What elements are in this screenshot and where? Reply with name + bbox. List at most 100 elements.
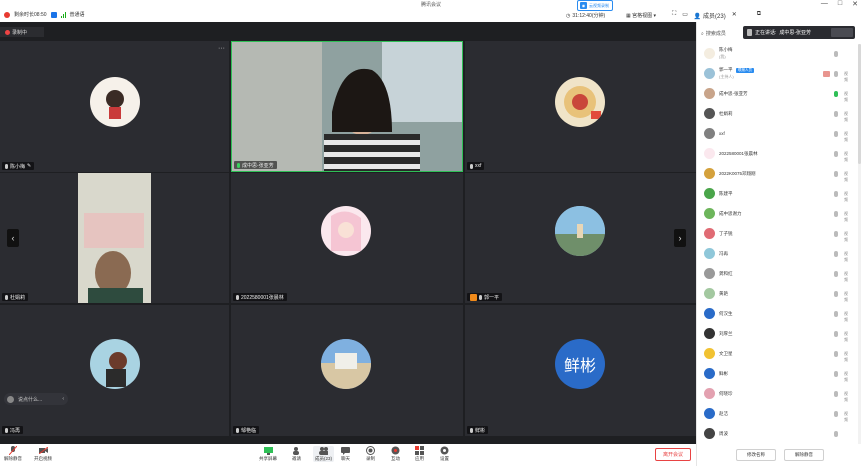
camera-label[interactable]: 视频 <box>844 211 851 222</box>
layout-icon[interactable]: ▭ <box>682 11 688 20</box>
camera-label[interactable]: 视频 <box>844 351 851 362</box>
video-tile[interactable]: 邹艳临 <box>231 305 463 436</box>
mic-icon[interactable] <box>834 351 838 357</box>
mic-active-icon[interactable] <box>834 91 838 97</box>
member-row[interactable]: 赵洁 视频 <box>697 404 862 424</box>
mic-icon[interactable] <box>834 271 838 277</box>
start-video-button[interactable]: 开启视频 <box>34 446 52 462</box>
member-row[interactable]: 周波 <box>697 424 862 444</box>
mic-icon[interactable] <box>834 111 838 117</box>
next-page-button[interactable]: › <box>674 229 686 247</box>
gallery-view-toggle[interactable]: ▦ 宫格视图 ▾ <box>626 12 656 19</box>
close-button[interactable]: ✕ <box>852 0 858 8</box>
video-tile[interactable]: 2022580001张晨林 <box>231 173 463 303</box>
mic-icon[interactable] <box>834 311 838 317</box>
video-tile-speaking[interactable]: 成中思-张亚芳 <box>231 41 463 172</box>
invite-button[interactable]: 邀请 <box>292 446 301 462</box>
mic-icon[interactable] <box>834 391 838 397</box>
camera-label[interactable]: 视频 <box>844 291 851 302</box>
mic-icon[interactable] <box>834 431 838 437</box>
chevron-left-icon[interactable]: ‹ <box>62 396 64 402</box>
camera-label[interactable]: 视频 <box>844 251 851 262</box>
video-tile[interactable]: 杜娟莉 <box>0 173 229 303</box>
member-search[interactable]: ⌕ 搜索成员 <box>701 28 741 39</box>
member-list-scrollbar[interactable] <box>858 44 861 444</box>
chat-input-bubble[interactable]: 说点什么... ‹ <box>4 393 68 405</box>
member-row[interactable]: 陈小梅 (我) <box>697 44 862 64</box>
mic-icon[interactable] <box>834 131 838 137</box>
member-row[interactable]: 文卫星 视频 <box>697 344 862 364</box>
mic-icon[interactable] <box>834 291 838 297</box>
member-row[interactable]: 鲜彬 视频 <box>697 364 862 384</box>
camera-label[interactable]: 视频 <box>844 151 851 162</box>
camera-label[interactable]: 视频 <box>844 331 851 342</box>
camera-label[interactable]: 视频 <box>844 131 851 142</box>
member-row[interactable]: 冯再 视频 <box>697 244 862 264</box>
members-tab[interactable]: 👤 成员(23) <box>694 11 726 20</box>
mic-icon[interactable] <box>834 171 838 177</box>
member-row[interactable]: xxf 视频 <box>697 124 862 144</box>
camera-label[interactable]: 视频 <box>844 371 851 382</box>
meeting-timer[interactable]: ◷ 31:12:40(分钟) <box>566 12 605 20</box>
member-row[interactable]: 龚和红 视频 <box>697 264 862 284</box>
video-tile[interactable]: 郭一平 <box>465 173 696 303</box>
member-row[interactable]: 杜娟莉 视频 <box>697 104 862 124</box>
unmute-all-button[interactable]: 解除静音 <box>784 449 824 461</box>
shield-icon[interactable] <box>50 11 57 18</box>
record-button[interactable]: 录制 <box>366 446 375 462</box>
member-row[interactable]: 2022580001张晨林 视频 <box>697 144 862 164</box>
member-row[interactable]: 何汉生 视频 <box>697 304 862 324</box>
member-row[interactable]: 成中思-张亚芳 视频 <box>697 84 862 104</box>
minimize-button[interactable]: — <box>821 0 828 8</box>
mic-icon[interactable] <box>834 211 838 217</box>
mic-icon[interactable] <box>834 231 838 237</box>
video-tile[interactable]: 陈小梅 ✎ ··· <box>0 41 229 172</box>
member-row[interactable]: 郭一平 (主持人) 联席人员 视频 <box>697 64 862 84</box>
camera-label[interactable]: 视频 <box>844 391 851 402</box>
mic-icon[interactable] <box>834 411 838 417</box>
unmute-button[interactable]: 解除静音 <box>4 446 22 462</box>
cloud-record-badge[interactable]: ◉ 云视频录制 <box>577 0 613 11</box>
members-button[interactable]: 成员(23) <box>313 446 335 462</box>
popout-icon[interactable]: ⧉ <box>757 11 761 20</box>
more-icon[interactable]: ··· <box>218 45 225 52</box>
rename-button[interactable]: 修改名称 <box>736 449 776 461</box>
interact-button[interactable]: 互动 <box>391 446 400 462</box>
share-screen-button[interactable]: 共享屏幕 <box>259 446 277 462</box>
network-mode[interactable]: 普通语 <box>70 11 85 18</box>
mic-icon[interactable] <box>834 251 838 257</box>
camera-label[interactable]: 视频 <box>844 71 851 82</box>
close-panel-icon[interactable]: ✕ <box>732 11 737 20</box>
video-tile[interactable]: 鲜彬 鲜彬 <box>465 305 696 436</box>
chat-button[interactable]: 聊天 <box>341 446 350 462</box>
leave-meeting-button[interactable]: 离开会议 <box>655 448 691 461</box>
prev-page-button[interactable]: ‹ <box>7 229 19 247</box>
camera-label[interactable]: 视频 <box>844 111 851 122</box>
camera-label[interactable]: 视频 <box>844 231 851 242</box>
mic-icon[interactable] <box>834 71 838 77</box>
member-row[interactable]: 刘厚兰 视频 <box>697 324 862 344</box>
mic-icon[interactable] <box>834 331 838 337</box>
settings-button[interactable]: 设置 <box>440 446 449 462</box>
member-row[interactable]: 丁子锐 视频 <box>697 224 862 244</box>
camera-label[interactable]: 视频 <box>844 271 851 282</box>
video-tile[interactable]: 冯再 <box>0 305 229 436</box>
mic-icon[interactable] <box>834 191 838 197</box>
apps-button[interactable]: 应用 <box>415 446 424 462</box>
camera-label[interactable]: 视频 <box>844 191 851 202</box>
maximize-button[interactable]: □ <box>838 0 842 8</box>
camera-label[interactable]: 视频 <box>844 411 851 422</box>
member-row[interactable]: 黄艳 视频 <box>697 284 862 304</box>
mic-icon[interactable] <box>834 151 838 157</box>
video-tile[interactable]: xxf <box>465 41 696 172</box>
mic-icon[interactable] <box>834 371 838 377</box>
edit-icon[interactable]: ✎ <box>27 163 31 169</box>
scrollbar-thumb[interactable] <box>858 44 861 164</box>
member-row[interactable]: 成中思谢力 视频 <box>697 204 862 224</box>
fullscreen-icon[interactable]: ⛶ <box>672 11 676 20</box>
signal-icon[interactable] <box>60 11 66 18</box>
member-row[interactable]: 陈建平 视频 <box>697 184 862 204</box>
camera-label[interactable]: 视频 <box>844 171 851 182</box>
member-row[interactable]: 何晓珍 视频 <box>697 384 862 404</box>
mic-icon[interactable] <box>834 51 838 57</box>
